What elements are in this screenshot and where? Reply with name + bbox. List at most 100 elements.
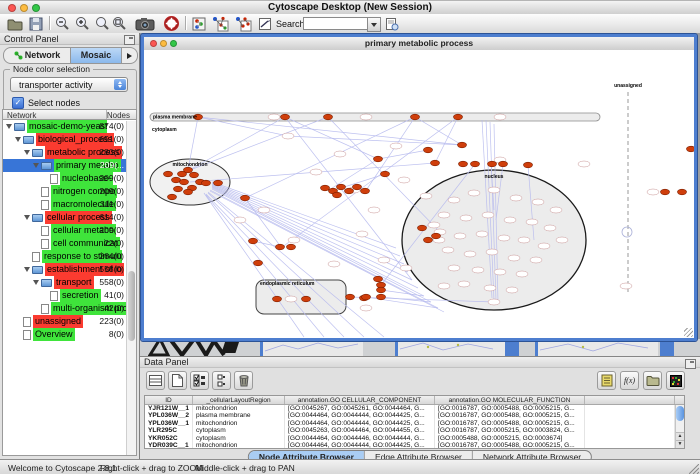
node-color-dropdown[interactable]: transporter activity bbox=[10, 77, 128, 92]
network-node[interactable] bbox=[448, 265, 460, 271]
table-cell[interactable]: [GO:0016787, GO:0005488, GO:0005215, G..… bbox=[435, 405, 585, 412]
column-header[interactable] bbox=[585, 396, 675, 404]
zoom-selected-icon[interactable] bbox=[94, 15, 111, 32]
network-node[interactable] bbox=[424, 237, 433, 243]
network-node[interactable] bbox=[647, 189, 659, 195]
annotation-icon[interactable] bbox=[256, 15, 273, 32]
save-icon[interactable] bbox=[27, 15, 44, 32]
network-node[interactable] bbox=[378, 257, 390, 263]
network-node[interactable] bbox=[494, 269, 506, 275]
table-cell[interactable]: YDR039C__1 bbox=[145, 442, 193, 449]
network-node[interactable] bbox=[484, 285, 496, 291]
table-cell[interactable] bbox=[585, 420, 675, 427]
network-node[interactable] bbox=[418, 225, 427, 231]
network-node[interactable] bbox=[249, 238, 258, 244]
network-node[interactable] bbox=[488, 161, 497, 167]
network-node[interactable] bbox=[476, 231, 488, 237]
tree-item-biological-process[interactable]: biological_process651(0) bbox=[3, 133, 136, 146]
tab-node-attribute-browser[interactable]: Node Attribute Browser bbox=[249, 451, 364, 459]
network-node[interactable] bbox=[460, 215, 472, 221]
layout-network2-icon[interactable] bbox=[233, 15, 253, 32]
network-node[interactable] bbox=[377, 287, 386, 293]
background-window[interactable] bbox=[395, 339, 508, 356]
table-cell[interactable]: [GO:0045263, GO:0044464, GO:0044455, G..… bbox=[285, 427, 435, 434]
network-node[interactable] bbox=[438, 283, 450, 289]
network-node[interactable] bbox=[164, 171, 173, 177]
layout-network-icon[interactable] bbox=[210, 15, 230, 32]
network-node[interactable] bbox=[464, 251, 476, 257]
network-node[interactable] bbox=[333, 192, 342, 198]
network-node[interactable] bbox=[506, 287, 518, 293]
network-node[interactable] bbox=[530, 257, 542, 263]
tree-header-network[interactable]: Network bbox=[7, 111, 36, 120]
table-row[interactable]: YPL036W__2plasma membrane[GO:0044464, GO… bbox=[145, 412, 684, 419]
table-cell[interactable]: [GO:0016787, GO:0005215, GO:0003824, G..… bbox=[435, 427, 585, 434]
tab-overflow-button[interactable] bbox=[122, 48, 137, 63]
network-node[interactable] bbox=[288, 237, 300, 243]
table-cell[interactable]: mitochondrion bbox=[193, 420, 285, 427]
network-node[interactable] bbox=[174, 186, 183, 192]
table-cell[interactable]: [GO:0016787, GO:0005488, GO:0005215, G..… bbox=[435, 412, 585, 419]
network-node[interactable] bbox=[516, 271, 528, 277]
table-cell[interactable]: [GO:0045267, GO:0045261, GO:0044464, G..… bbox=[285, 405, 435, 412]
float-panel-icon[interactable] bbox=[124, 35, 135, 45]
network-node[interactable] bbox=[454, 233, 466, 239]
table-cell[interactable]: [GO:0016787, GO:0005488, GO:0005215, G..… bbox=[435, 442, 585, 449]
network-window-titlebar[interactable]: primary metabolic process bbox=[144, 37, 694, 51]
network-node[interactable] bbox=[538, 243, 550, 249]
network-node[interactable] bbox=[214, 180, 223, 186]
network-node[interactable] bbox=[362, 294, 371, 300]
network-node[interactable] bbox=[411, 114, 420, 120]
tree-item-response-to-stimulu[interactable]: response to stimulu264(0) bbox=[3, 250, 136, 263]
help-icon[interactable] bbox=[163, 15, 180, 32]
network-node[interactable] bbox=[360, 114, 372, 120]
network-node[interactable] bbox=[578, 161, 590, 167]
network-node[interactable] bbox=[368, 207, 380, 213]
table-cell[interactable]: cytoplasm bbox=[193, 435, 285, 442]
network-node[interactable] bbox=[442, 247, 454, 253]
network-node[interactable] bbox=[459, 161, 468, 167]
table-cell[interactable]: mitochondrion bbox=[193, 442, 285, 449]
tree-item-unassigned[interactable]: unassigned223(0) bbox=[3, 315, 136, 328]
network-node[interactable] bbox=[526, 219, 538, 225]
network-node[interactable] bbox=[494, 114, 506, 120]
network-node[interactable] bbox=[276, 244, 285, 250]
network-node[interactable] bbox=[361, 188, 370, 194]
network-node[interactable] bbox=[510, 195, 522, 201]
table-cell[interactable] bbox=[585, 435, 675, 442]
tree-header-nodes[interactable]: Nodes bbox=[107, 111, 130, 120]
expand-arrow-icon[interactable] bbox=[24, 267, 30, 272]
network-node[interactable] bbox=[346, 294, 355, 300]
vizmapper-icon[interactable] bbox=[190, 15, 207, 32]
tree-item-metabolic-process[interactable]: metabolic process280(0) bbox=[3, 146, 136, 159]
attribute-table-icon[interactable] bbox=[146, 371, 165, 390]
import-attributes-icon[interactable] bbox=[643, 371, 662, 390]
network-node[interactable] bbox=[390, 143, 402, 149]
snapshot-icon[interactable] bbox=[134, 15, 156, 32]
tree-item-transport[interactable]: transport558(0) bbox=[3, 276, 136, 289]
network-node[interactable] bbox=[424, 147, 433, 153]
tab-mosaic[interactable]: Mosaic bbox=[70, 48, 122, 63]
network-node[interactable] bbox=[374, 276, 383, 282]
network-node[interactable] bbox=[398, 177, 410, 183]
zoom-in-icon[interactable] bbox=[74, 15, 91, 32]
network-node[interactable] bbox=[184, 189, 193, 195]
network-node[interactable] bbox=[458, 281, 470, 287]
table-row[interactable]: YDR039C__1mitochondrion[GO:0044464, GO:0… bbox=[145, 442, 684, 449]
expand-arrow-icon[interactable] bbox=[33, 163, 39, 168]
select-attributes-icon[interactable] bbox=[190, 371, 209, 390]
column-header[interactable]: annotation.GO MOLECULAR_FUNCTION bbox=[435, 396, 585, 404]
table-row[interactable]: YPL036W__1mitochondrion[GO:0044464, GO:0… bbox=[145, 420, 684, 427]
new-attribute-icon[interactable] bbox=[168, 371, 187, 390]
tree-item-macromolecule[interactable]: macromolecule311(0) bbox=[3, 198, 136, 211]
table-cell[interactable] bbox=[585, 442, 675, 449]
network-node[interactable] bbox=[508, 255, 520, 261]
network-node[interactable] bbox=[285, 296, 297, 302]
table-cell[interactable] bbox=[585, 405, 675, 412]
table-cell[interactable] bbox=[585, 427, 675, 434]
network-node[interactable] bbox=[454, 114, 463, 120]
network-node[interactable] bbox=[324, 114, 333, 120]
table-cell[interactable]: cytoplasm bbox=[193, 427, 285, 434]
tree-item-nitrogen-compo[interactable]: nitrogen compo209(0) bbox=[3, 185, 136, 198]
network-node[interactable] bbox=[302, 296, 311, 302]
